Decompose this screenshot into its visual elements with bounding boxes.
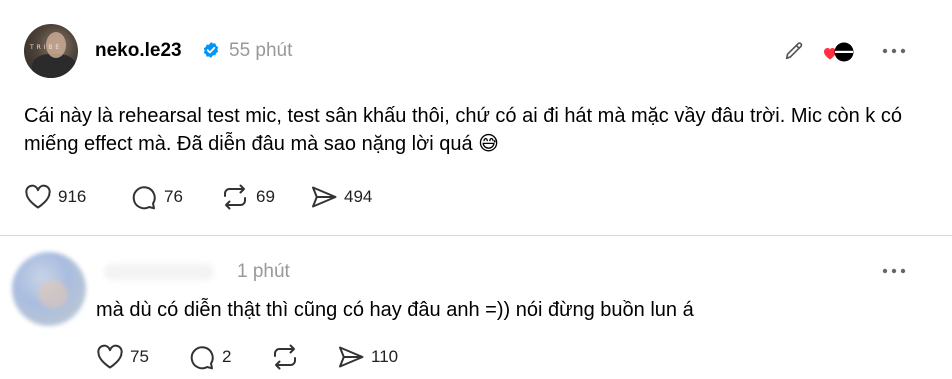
heart-icon (25, 184, 51, 209)
reply-repost-button[interactable] (270, 344, 337, 370)
repost-count: 69 (256, 187, 275, 206)
share-icon (312, 186, 337, 208)
reply-author-name-blurred[interactable] (104, 264, 214, 280)
share-button[interactable]: 494 (310, 184, 372, 210)
reply-reply-button[interactable]: 2 (188, 344, 270, 370)
comment-icon (190, 346, 214, 370)
like-count: 916 (58, 187, 87, 206)
reaction-icon[interactable] (822, 41, 858, 63)
author-avatar[interactable]: T R I B E (24, 24, 78, 78)
reply-button[interactable]: 76 (130, 184, 220, 210)
post-divider (0, 235, 952, 236)
avatar-tag: T R I B E (30, 44, 60, 51)
reply-body-text: mà dù có diễn thật thì cũng có hay đâu a… (96, 299, 694, 321)
comment-icon (132, 186, 156, 210)
reply-share-count: 110 (371, 347, 399, 366)
repost-icon (224, 184, 246, 210)
more-options-icon[interactable] (880, 42, 908, 60)
author-username[interactable]: neko.le23 (95, 40, 182, 62)
post-body-text: Cái này là rehearsal test mic, test sân … (24, 105, 902, 155)
post-timestamp: 55 phút (229, 40, 293, 61)
reply-like-button[interactable]: 75 (96, 344, 188, 370)
reply-share-button[interactable]: 110 (337, 344, 398, 370)
heart-icon (97, 344, 123, 369)
repost-button[interactable]: 69 (220, 184, 310, 210)
edit-pen-icon[interactable] (783, 40, 805, 62)
reply-like-count: 75 (130, 347, 149, 366)
share-icon (339, 346, 364, 368)
reply-more-options-icon[interactable] (880, 262, 908, 280)
reply-timestamp: 1 phút (237, 261, 290, 282)
avatar-blur-face (38, 280, 68, 308)
main-post: T R I B E neko.le23 55 phút Cái này là r… (0, 0, 952, 228)
like-button[interactable]: 916 (24, 184, 130, 210)
reply-reply-count: 2 (222, 347, 232, 366)
share-count: 494 (344, 187, 373, 206)
reply-author-avatar[interactable] (12, 252, 86, 326)
verified-badge-icon (203, 42, 219, 58)
repost-icon (274, 344, 296, 370)
reply-actions: 75 2 110 (96, 344, 398, 370)
reply-count: 76 (164, 187, 183, 206)
post-actions: 916 76 69 494 (24, 184, 372, 210)
